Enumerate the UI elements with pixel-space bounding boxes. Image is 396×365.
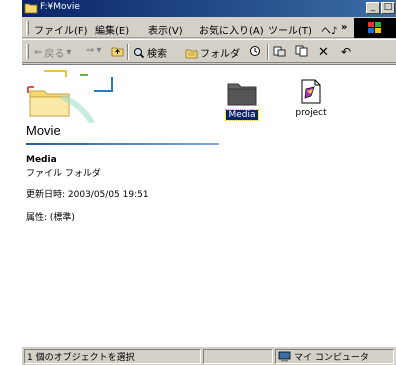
back-button[interactable]: ⇐ 戻る ▾: [34, 45, 71, 60]
menu-file[interactable]: ファイル(F): [34, 22, 88, 37]
menu-help[interactable]: ヘ♪: [321, 22, 337, 37]
file-label-project: project: [295, 108, 327, 118]
menu-tools[interactable]: ツール(T): [268, 22, 312, 37]
back-label: 戻る: [44, 49, 65, 60]
menu-bar: ファイル(F) 編集(E) 表示(V) お気に入り(A) ツール(T) ヘ♪ »: [22, 18, 396, 38]
undo-button[interactable]: ↶: [341, 45, 351, 59]
folder-icon: [227, 83, 257, 106]
selected-item-modified: 更新日時: 2003/05/05 19:51: [26, 190, 149, 200]
menu-edit[interactable]: 編集(E): [95, 22, 129, 37]
windows-logo-icon: [354, 18, 396, 38]
toolbar-separator: [127, 44, 129, 60]
folder-view[interactable]: Movie Media ファイル フォルダ 更新日時: 2003/05/05 1…: [22, 64, 396, 346]
status-selection-pane: 1 個のオブジェクトを選択: [24, 349, 201, 364]
window-title: F:¥Movie: [40, 2, 80, 12]
winamp-file-icon: [301, 79, 321, 104]
copy-to-icon: [295, 45, 308, 57]
title-divider: [26, 143, 219, 145]
toolbar-separator: [267, 44, 269, 60]
history-icon: [250, 46, 260, 56]
minimize-button[interactable]: _: [366, 2, 380, 14]
folder-title: Movie: [26, 123, 61, 138]
my-computer-icon: [278, 351, 291, 362]
file-item-project[interactable]: project: [291, 79, 331, 118]
back-dropdown-icon: ▾: [66, 47, 72, 58]
folders-button[interactable]: フォルダ: [185, 45, 240, 60]
selected-item-name: Media: [26, 155, 57, 165]
forward-button[interactable]: ⇒ ▾: [86, 45, 101, 56]
status-bar: 1 個のオブジェクトを選択 マイ コンピュータ: [22, 346, 396, 365]
menu-grip[interactable]: [26, 21, 29, 35]
menu-favorites[interactable]: お気に入り(A): [199, 22, 264, 37]
history-button[interactable]: [249, 45, 261, 57]
back-arrow-icon: ⇐: [34, 47, 43, 58]
title-bar[interactable]: F:¥Movie _ □: [22, 0, 396, 17]
search-button[interactable]: 検索: [133, 45, 167, 60]
folders-icon: [185, 49, 198, 58]
status-size-pane: [203, 349, 273, 364]
standard-toolbar: ⇐ 戻る ▾ ⇒ ▾ 検索 フォルダ ✕ ↶: [22, 39, 396, 63]
move-to-button[interactable]: [273, 45, 286, 57]
folder-icon: [24, 3, 38, 14]
file-label-media: Media: [225, 109, 259, 121]
selected-item-attributes: 属性: (標準): [26, 213, 75, 223]
folder-banner-icon: [27, 70, 113, 123]
status-selection-text: 1 個のオブジェクトを選択: [27, 353, 135, 363]
selected-item-type: ファイル フォルダ: [26, 169, 101, 179]
status-location-text: マイ コンピュータ: [294, 353, 369, 363]
forward-arrow-icon: ⇒: [86, 45, 95, 56]
search-label: 検索: [147, 49, 167, 60]
up-folder-button[interactable]: [111, 45, 124, 57]
toolbar-grip[interactable]: [26, 44, 29, 59]
explorer-window: F:¥Movie _ □ ファイル(F) 編集(E) 表示(V) お気に入り(A…: [22, 0, 396, 365]
up-folder-icon: [111, 47, 124, 57]
maximize-button[interactable]: □: [381, 2, 395, 14]
delete-icon: ✕: [318, 45, 329, 60]
menu-overflow-chevron[interactable]: »: [341, 22, 347, 33]
search-icon: [134, 47, 145, 58]
copy-to-button[interactable]: [295, 45, 308, 57]
forward-dropdown-icon: ▾: [96, 45, 102, 56]
status-location-pane: マイ コンピュータ: [275, 349, 394, 364]
menu-view[interactable]: 表示(V): [148, 22, 183, 37]
folders-label: フォルダ: [200, 49, 240, 60]
move-to-icon: [273, 46, 286, 57]
file-item-media[interactable]: Media: [220, 81, 264, 121]
undo-icon: ↶: [341, 45, 352, 59]
delete-button[interactable]: ✕: [318, 45, 329, 60]
